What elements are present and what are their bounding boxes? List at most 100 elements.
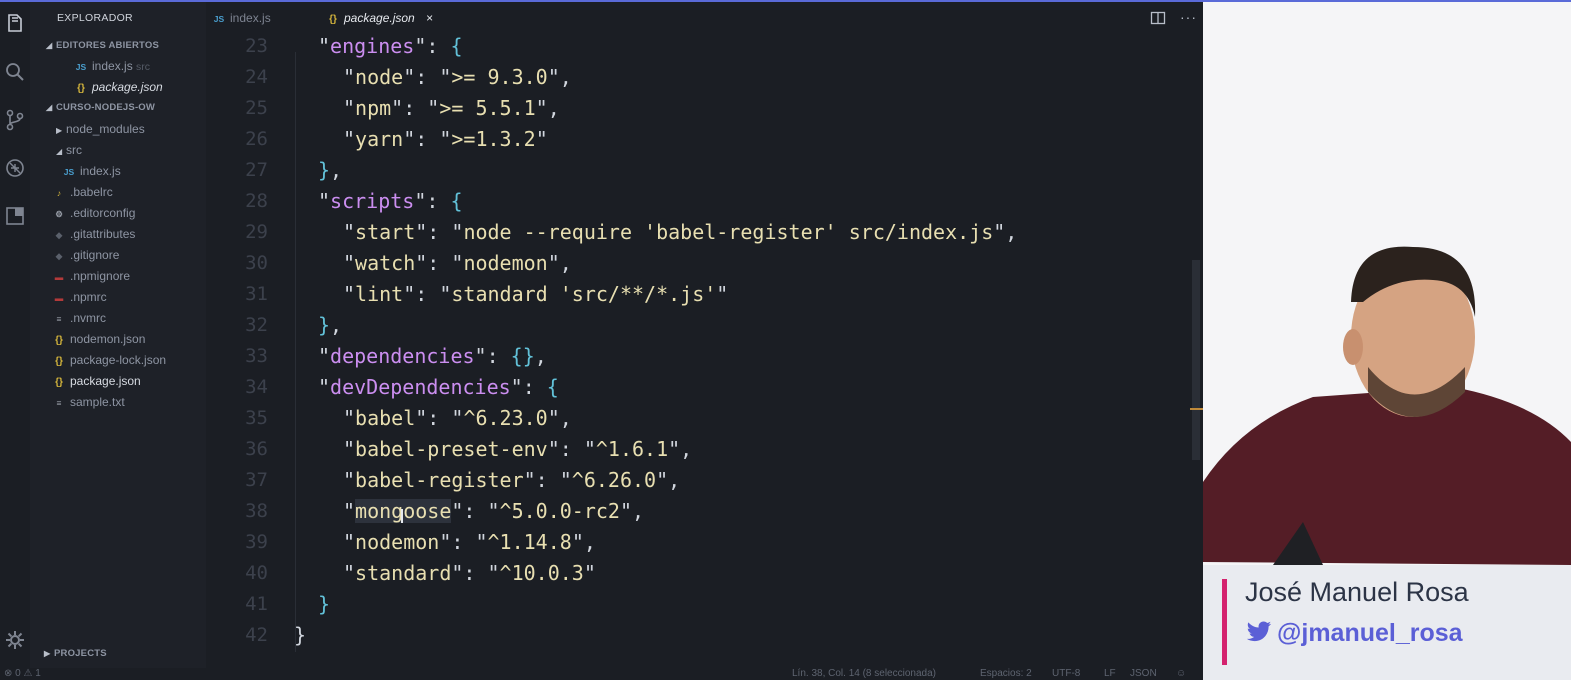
line-number: 36 xyxy=(245,438,268,460)
feedback-smiley-icon[interactable]: ☺ xyxy=(1176,668,1186,680)
line-text: "babel-preset-env": "^1.6.1", xyxy=(343,437,693,461)
npm-file-icon: ▬ xyxy=(54,293,64,303)
extensions-icon[interactable] xyxy=(3,204,27,228)
scrollbar-thumb[interactable] xyxy=(1192,260,1200,460)
code-line: 28 "scripts": { xyxy=(206,186,1203,217)
file-item[interactable]: ▬ .npmrc xyxy=(52,287,107,307)
twitter-icon xyxy=(1246,621,1272,642)
js-file-icon: JS xyxy=(75,62,87,72)
json-file-icon: {} xyxy=(55,356,63,367)
presenter-nameplate: José Manuel Rosa @jmanuel_rosa xyxy=(1203,565,1571,680)
line-text: "scripts": { xyxy=(318,189,463,213)
folder-item[interactable]: ▶ node_modules xyxy=(56,119,145,139)
source-control-icon[interactable] xyxy=(3,108,27,132)
line-text: } xyxy=(294,623,307,647)
code-line: 29 "start": "node --require 'babel-regis… xyxy=(206,217,1203,248)
code-line: 27 }, xyxy=(206,155,1203,186)
line-number: 25 xyxy=(245,97,268,119)
tab-package-json[interactable]: {} package.json × xyxy=(326,2,433,34)
settings-gear-icon[interactable] xyxy=(3,628,27,652)
file-item[interactable]: ▬ .npmignore xyxy=(52,266,130,286)
encoding-status[interactable]: UTF-8 xyxy=(1052,668,1080,680)
code-editor[interactable]: 23 "engines": { 24 "node": ">= 9.3.0", 2… xyxy=(206,34,1203,668)
line-text: "watch": "nodemon", xyxy=(343,251,572,275)
file-item[interactable]: ≡ sample.txt xyxy=(52,392,125,412)
cursor-position[interactable]: Lín. 38, Col. 14 (8 seleccionada) xyxy=(792,668,936,680)
line-number: 28 xyxy=(245,190,268,212)
gear-file-icon: ⚙ xyxy=(55,209,63,219)
line-number: 40 xyxy=(245,562,268,584)
line-text: "lint": "standard 'src/**/*.js'" xyxy=(343,282,729,306)
npm-file-icon: ▬ xyxy=(54,272,64,282)
file-item[interactable]: ◆ .gitignore xyxy=(52,245,120,265)
tab-index-js[interactable]: JS index.js xyxy=(212,2,271,34)
text-file-icon: ≡ xyxy=(56,314,62,324)
code-line: 34 "devDependencies": { xyxy=(206,372,1203,403)
open-editor-item[interactable]: JS index.js src xyxy=(74,56,150,76)
code-line: 39 "nodemon": "^1.14.8", xyxy=(206,527,1203,558)
code-line: 36 "babel-preset-env": "^1.6.1", xyxy=(206,434,1203,465)
files-icon[interactable] xyxy=(3,12,27,36)
line-text: "devDependencies": { xyxy=(318,375,559,399)
line-number: 33 xyxy=(245,345,268,367)
line-number: 24 xyxy=(245,66,268,88)
search-icon[interactable] xyxy=(3,60,27,84)
js-file-icon: JS xyxy=(63,167,75,177)
line-text: "engines": { xyxy=(318,34,463,58)
projects-header[interactable]: ▶ PROJECTS xyxy=(44,648,107,659)
code-line: 37 "babel-register": "^6.26.0", xyxy=(206,465,1203,496)
chevron-down-icon: ◢ xyxy=(56,147,63,156)
problems-indicator[interactable]: ⊗ 0 ⚠ 1 xyxy=(4,668,41,680)
file-item[interactable]: ♪ .babelrc xyxy=(52,182,113,202)
git-file-icon: ◆ xyxy=(55,251,63,261)
code-line: 31 "lint": "standard 'src/**/*.js'" xyxy=(206,279,1203,310)
line-text: "mongoose": "^5.0.0-rc2", xyxy=(343,499,645,523)
text-file-icon: ≡ xyxy=(56,398,62,408)
line-number: 39 xyxy=(245,531,268,553)
json-file-icon: {} xyxy=(77,83,85,94)
editor-tab-bar: JS index.js {} package.json × ··· xyxy=(206,2,1203,34)
split-editor-icon[interactable] xyxy=(1150,10,1166,31)
line-number: 38 xyxy=(245,500,268,522)
js-file-icon: JS xyxy=(213,14,225,24)
project-folder-header[interactable]: ◢ CURSO-NODEJS-OW xyxy=(46,102,155,113)
open-editor-item[interactable]: {} package.json xyxy=(74,77,163,97)
file-item[interactable]: {} nodemon.json xyxy=(52,329,145,349)
code-line: 25 "npm": ">= 5.5.1", xyxy=(206,93,1203,124)
line-number: 23 xyxy=(245,35,268,57)
twitter-handle: @jmanuel_rosa xyxy=(1245,619,1463,648)
file-item-active[interactable]: {} package.json xyxy=(52,371,141,391)
file-item[interactable]: {} package-lock.json xyxy=(52,350,166,370)
nameplate-accent-bar xyxy=(1222,579,1227,665)
explorer-sidebar: EXPLORADOR ◢ EDITORES ABIERTOS JS index.js… xyxy=(30,2,206,668)
json-file-icon: {} xyxy=(55,377,63,388)
chevron-right-icon: ▶ xyxy=(56,126,63,135)
file-item[interactable]: ⚙ .editorconfig xyxy=(52,203,135,223)
close-tab-icon[interactable]: × xyxy=(426,11,433,25)
file-item[interactable]: ≡ .nvmrc xyxy=(52,308,106,328)
text-cursor xyxy=(401,509,403,523)
status-bar: ⊗ 0 ⚠ 1 Lín. 38, Col. 14 (8 seleccionada… xyxy=(0,668,1203,680)
file-item[interactable]: JS index.js xyxy=(62,161,121,181)
indentation-status[interactable]: Espacios: 2 xyxy=(980,668,1032,680)
line-text: "npm": ">= 5.5.1", xyxy=(343,96,560,120)
eol-status[interactable]: LF xyxy=(1104,668,1116,680)
explorer-title: EXPLORADOR xyxy=(57,12,133,24)
folder-item[interactable]: ◢ src xyxy=(56,140,82,160)
file-item[interactable]: ◆ .gitattributes xyxy=(52,224,136,244)
line-number: 35 xyxy=(245,407,268,429)
line-text: }, xyxy=(318,313,343,337)
chevron-right-icon: ▶ xyxy=(44,649,51,658)
open-editors-header[interactable]: ◢ EDITORES ABIERTOS xyxy=(46,40,159,51)
code-line: 42 } xyxy=(206,620,1203,651)
chevron-down-icon: ◢ xyxy=(46,41,53,50)
json-file-icon: {} xyxy=(55,335,63,346)
debug-icon[interactable] xyxy=(3,156,27,180)
warning-icon: ⚠ xyxy=(23,668,33,679)
presenter-video xyxy=(1203,2,1571,565)
code-line: 41 } xyxy=(206,589,1203,620)
language-mode[interactable]: JSON xyxy=(1130,668,1157,680)
more-actions-icon[interactable]: ··· xyxy=(1180,9,1197,25)
json-file-icon: {} xyxy=(329,14,337,25)
line-text: }, xyxy=(318,158,343,182)
